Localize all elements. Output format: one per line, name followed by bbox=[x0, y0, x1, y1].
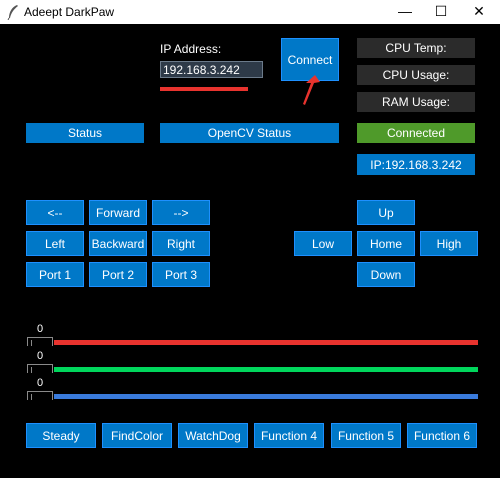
up-button[interactable]: Up bbox=[357, 200, 415, 225]
ip-address-input[interactable] bbox=[160, 61, 263, 78]
backward-button[interactable]: Backward bbox=[89, 231, 147, 256]
high-button[interactable]: High bbox=[420, 231, 478, 256]
connection-status-badge: Connected bbox=[357, 123, 475, 143]
watchdog-button[interactable]: WatchDog bbox=[178, 423, 248, 448]
function5-button[interactable]: Function 5 bbox=[331, 423, 401, 448]
slider-blue-value: 0 bbox=[37, 377, 44, 389]
opencv-status-label: OpenCV Status bbox=[160, 123, 339, 143]
down-button[interactable]: Down bbox=[357, 262, 415, 287]
maximize-button[interactable]: ☐ bbox=[424, 0, 458, 24]
cpu-usage-label: CPU Usage: bbox=[357, 65, 475, 85]
slider-blue-track[interactable] bbox=[54, 394, 478, 399]
status-label: Status bbox=[26, 123, 144, 143]
turn-left-button[interactable]: <-- bbox=[26, 200, 84, 225]
left-button[interactable]: Left bbox=[26, 231, 84, 256]
slider-red-value: 0 bbox=[37, 323, 44, 335]
feather-icon bbox=[7, 5, 18, 20]
home-button[interactable]: Home bbox=[357, 231, 415, 256]
forward-button[interactable]: Forward bbox=[89, 200, 147, 225]
title-bar: Adeept DarkPaw — ☐ ✕ bbox=[0, 0, 500, 24]
port2-button[interactable]: Port 2 bbox=[89, 262, 147, 287]
window-title: Adeept DarkPaw bbox=[24, 5, 115, 19]
slider-blue-handle[interactable] bbox=[27, 391, 53, 400]
port3-button[interactable]: Port 3 bbox=[152, 262, 210, 287]
function4-button[interactable]: Function 4 bbox=[254, 423, 324, 448]
minimize-button[interactable]: — bbox=[388, 0, 422, 24]
annotation-underline bbox=[160, 87, 248, 91]
findcolor-button[interactable]: FindColor bbox=[102, 423, 172, 448]
slider-red-track[interactable] bbox=[54, 340, 478, 345]
port1-button[interactable]: Port 1 bbox=[26, 262, 84, 287]
turn-right-button[interactable]: --> bbox=[152, 200, 210, 225]
right-button[interactable]: Right bbox=[152, 231, 210, 256]
slider-green-handle[interactable] bbox=[27, 364, 53, 373]
slider-red-handle[interactable] bbox=[27, 337, 53, 346]
slider-green-track[interactable] bbox=[54, 367, 478, 372]
cpu-temp-label: CPU Temp: bbox=[357, 38, 475, 58]
ip-address-label: IP Address: bbox=[160, 42, 222, 56]
ram-usage-label: RAM Usage: bbox=[357, 92, 475, 112]
low-button[interactable]: Low bbox=[294, 231, 352, 256]
annotation-arrow-icon bbox=[303, 75, 320, 105]
slider-green-value: 0 bbox=[37, 350, 44, 362]
steady-button[interactable]: Steady bbox=[26, 423, 96, 448]
function6-button[interactable]: Function 6 bbox=[407, 423, 477, 448]
close-button[interactable]: ✕ bbox=[462, 0, 496, 24]
ip-display-label: IP:192.168.3.242 bbox=[357, 154, 475, 175]
